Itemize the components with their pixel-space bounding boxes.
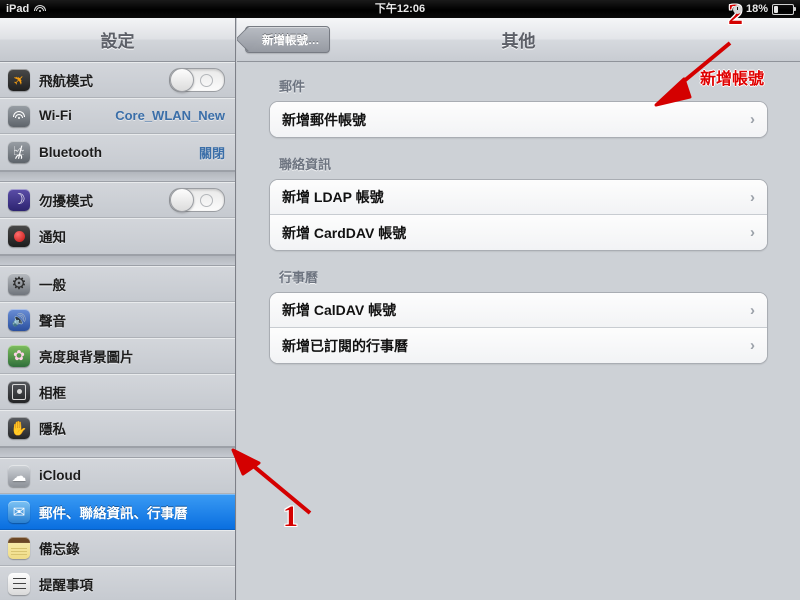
sidebar-item-1-3[interactable]: ᛦ Bluetooth 關閉	[0, 134, 235, 170]
section-header: 郵件	[279, 79, 306, 94]
bluetooth-icon: ᛦ	[8, 141, 30, 163]
settings-row-label: 新增郵件帳號	[282, 111, 366, 128]
gear-icon	[8, 272, 30, 295]
picture-frame-icon	[8, 380, 30, 403]
sidebar-item-value: 關閉	[198, 145, 225, 161]
settings-row-label: 新增已訂閱的行事曆	[282, 337, 408, 354]
moon-icon	[8, 188, 30, 211]
section-card: 新增 LDAP 帳號 › 新增 CardDAV 帳號 ›	[269, 179, 768, 251]
settings-row-1-1[interactable]: 新增郵件帳號 ›	[270, 102, 767, 137]
sidebar-item-1-2[interactable]: Wi-Fi Core_WLAN_New	[0, 98, 235, 134]
settings-row-label: 新增 CalDAV 帳號	[282, 302, 397, 318]
settings-row-label: 新增 LDAP 帳號	[282, 189, 384, 205]
sidebar-item-4-3[interactable]: 備忘錄	[0, 530, 235, 566]
toggle-off-ring	[200, 193, 213, 207]
sidebar-item-4-2[interactable]: 郵件、聯絡資訊、行事曆	[0, 494, 235, 530]
sidebar-item-label: 相框	[39, 385, 66, 401]
sidebar-group: 勿擾模式通知	[0, 182, 235, 255]
sidebar-item-3-1[interactable]: 一般	[0, 266, 235, 302]
mail-icon	[8, 500, 30, 523]
sidebar-item-label: Wi-Fi	[39, 108, 72, 123]
toggle-off-ring	[200, 73, 213, 87]
sidebar-item-label: 郵件、聯絡資訊、行事曆	[39, 505, 188, 521]
sidebar-item-label: 亮度與背景圖片	[39, 349, 134, 365]
settings-row-2-2[interactable]: 新增 CardDAV 帳號 ›	[270, 215, 767, 250]
sidebar-item-label: 飛航模式	[39, 73, 93, 89]
airplane-icon	[8, 68, 30, 91]
settings-row-3-1[interactable]: 新增 CalDAV 帳號 ›	[270, 293, 767, 328]
sidebar-item-label: iCloud	[39, 468, 81, 483]
chevron-right-icon: ›	[750, 188, 755, 206]
toggle-knob	[170, 187, 194, 212]
sidebar-list: 飛航模式 Wi-Fi Core_WLAN_New ᛦ Bluetooth 關閉勿擾模式通知…	[0, 62, 235, 600]
status-bar-right: 18%	[732, 0, 800, 18]
icloud-icon	[8, 464, 30, 487]
sidebar-group-separator	[0, 171, 235, 182]
ipad-settings-screen: iPad 下午12:06 18% 設定 飛航模式 Wi-Fi Core_WLAN_N…	[0, 0, 800, 600]
sidebar-item-label: 聲音	[39, 313, 66, 329]
chevron-right-icon: ›	[750, 337, 755, 354]
notes-icon	[8, 536, 30, 559]
sidebar-item-label: 隱私	[39, 422, 66, 437]
detail-navigation-bar: 新增帳號… 其他	[237, 18, 800, 62]
notifications-icon	[8, 225, 30, 247]
sidebar-item-value: Core_WLAN_New	[115, 108, 225, 123]
sidebar-item-label: Bluetooth	[39, 144, 102, 160]
sidebar-item-3-5[interactable]: 隱私	[0, 410, 235, 446]
wallpaper-icon	[8, 344, 30, 367]
sidebar-item-3-2[interactable]: 聲音	[0, 302, 235, 338]
status-bar: iPad 下午12:06 18%	[0, 0, 800, 18]
detail-content: 郵件新增郵件帳號 › 聯絡資訊新增 LDAP 帳號 › 新增 CardDAV 帳號 › 行事…	[237, 62, 800, 364]
sidebar-item-4-1[interactable]: iCloud	[0, 458, 235, 494]
sidebar-item-label: 備忘錄	[39, 541, 80, 557]
sidebar-item-label: 勿擾模式	[39, 193, 93, 209]
sidebar-item-3-4[interactable]: 相框	[0, 374, 235, 410]
sidebar-item-1-1[interactable]: 飛航模式	[0, 62, 235, 98]
section-card: 新增 CalDAV 帳號 › 新增已訂閱的行事曆 ›	[269, 292, 768, 364]
settings-row-label: 新增 CardDAV 帳號	[282, 224, 407, 241]
speaker-icon	[8, 308, 30, 331]
sidebar-header: 設定	[0, 18, 235, 62]
privacy-hand-icon	[8, 417, 30, 439]
sidebar-item-4-4[interactable]: 提醒事項	[0, 566, 235, 600]
reminders-icon	[8, 572, 30, 595]
sidebar-item-2-2[interactable]: 通知	[0, 218, 235, 254]
detail-pane: 新增帳號… 其他 郵件 新增郵件帳號 › 聯絡資訊 新增 LDAP 帳號 › 新增 Card…	[237, 18, 800, 600]
settings-row-3-2[interactable]: 新增已訂閱的行事曆 ›	[270, 328, 767, 363]
settings-row-2-1[interactable]: 新增 LDAP 帳號 ›	[270, 180, 767, 215]
chevron-right-icon: ›	[750, 224, 755, 241]
sidebar-item-2-1[interactable]: 勿擾模式	[0, 182, 235, 218]
sidebar-title: 設定	[100, 32, 135, 51]
alarm-clock-icon	[732, 4, 742, 14]
back-button[interactable]: 新增帳號…	[245, 26, 330, 53]
chevron-right-icon: ›	[750, 301, 755, 319]
section-header: 行事曆	[279, 270, 319, 285]
sidebar-group-separator	[0, 255, 235, 266]
section-card: 新增郵件帳號 ›	[269, 101, 768, 138]
sidebar-group: 一般聲音亮度與背景圖片相框隱私	[0, 266, 235, 447]
chevron-right-icon: ›	[750, 111, 755, 128]
wifi-icon	[8, 104, 30, 127]
toggle-switch[interactable]	[169, 67, 225, 92]
settings-sidebar: 設定 飛航模式 Wi-Fi Core_WLAN_New ᛦ Bluetooth 關閉勿擾模…	[0, 18, 236, 600]
sidebar-group-separator	[0, 447, 235, 458]
sidebar-item-3-3[interactable]: 亮度與背景圖片	[0, 338, 235, 374]
sidebar-item-label: 一般	[39, 277, 66, 293]
section-header: 聯絡資訊	[279, 157, 332, 172]
sidebar-item-label: 通知	[39, 230, 66, 245]
sidebar-item-label: 提醒事項	[39, 577, 93, 593]
status-bar-time: 下午12:06	[374, 3, 426, 15]
toggle-knob	[170, 67, 194, 92]
battery-charging-icon	[772, 3, 796, 15]
sidebar-group: 飛航模式 Wi-Fi Core_WLAN_New ᛦ Bluetooth 關閉	[0, 62, 235, 171]
battery-percent-label: 18%	[745, 3, 768, 15]
toggle-switch[interactable]	[169, 187, 225, 212]
sidebar-group: iCloud郵件、聯絡資訊、行事曆備忘錄提醒事項訊息	[0, 458, 235, 600]
